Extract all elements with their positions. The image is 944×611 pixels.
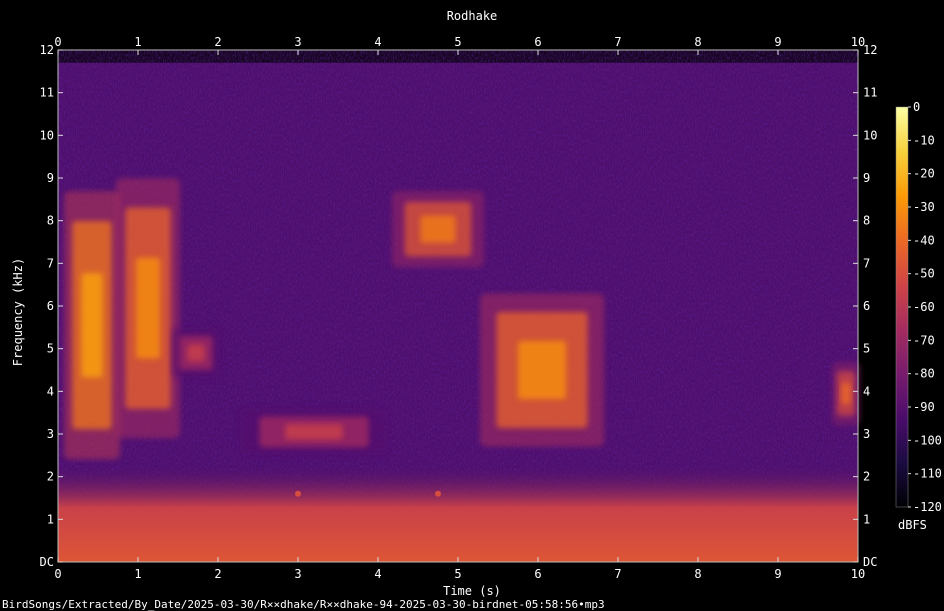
spectrogram-event-core — [187, 344, 205, 362]
colorbar-tick-label: -110 — [913, 467, 942, 481]
y-tick-label-right: 1 — [863, 512, 870, 526]
x-tick-label: 7 — [614, 567, 621, 581]
colorbar-tick-label: 0 — [913, 100, 920, 114]
y-tick-label-right: 4 — [863, 384, 870, 398]
x-tick-label-top: 7 — [614, 35, 621, 49]
spectrogram-click — [295, 490, 301, 497]
colorbar-tick-label: -40 — [913, 233, 935, 247]
y-tick-label-right: 11 — [863, 86, 877, 100]
colorbar-tick-label: -50 — [913, 267, 935, 281]
y-tick-label-right: 2 — [863, 470, 870, 484]
colorbar-tick-label: -70 — [913, 333, 935, 347]
x-axis-label: Time (s) — [443, 584, 501, 598]
y-tick-label: 5 — [47, 342, 54, 356]
y-tick-label: 4 — [47, 384, 54, 398]
spectrogram-click — [435, 490, 441, 497]
x-tick-label: 0 — [54, 567, 61, 581]
x-tick-label-top: 5 — [454, 35, 461, 49]
x-tick-label-top: 4 — [374, 35, 381, 49]
y-tick-label: 12 — [40, 43, 54, 57]
plot-area — [58, 50, 860, 562]
chart-title: Rodhake — [446, 9, 498, 23]
x-tick-label: 10 — [851, 567, 865, 581]
x-tick-label-top: 2 — [214, 35, 221, 49]
spectrogram-event-core — [841, 382, 851, 405]
x-tick-label-top: 1 — [134, 35, 141, 49]
x-tick-label: 1 — [134, 567, 141, 581]
y-tick-label: 7 — [47, 256, 54, 270]
y-tick-label-right: 8 — [863, 214, 870, 228]
y-tick-label-right: 12 — [863, 43, 877, 57]
colorbar-tick-label: -10 — [913, 133, 935, 147]
y-tick-label: 1 — [47, 512, 54, 526]
x-tick-label: 2 — [214, 567, 221, 581]
colorbar-tick-label: -20 — [913, 167, 935, 181]
y-tick-label: DC — [40, 555, 54, 569]
x-tick-label-top: 6 — [534, 35, 541, 49]
y-tick-label: 2 — [47, 470, 54, 484]
file-path-footer: BirdSongs/Extracted/By_Date/2025-03-30/R… — [2, 598, 605, 611]
colorbar-tick-label: -30 — [913, 200, 935, 214]
y-tick-label: 10 — [40, 128, 54, 142]
colorbar-gradient — [895, 106, 909, 508]
y-tick-label-right: 3 — [863, 427, 870, 441]
colorbar-tick-label: -100 — [913, 433, 942, 447]
x-tick-label: 8 — [694, 567, 701, 581]
y-tick-label-right: 9 — [863, 171, 870, 185]
colorbar-tick-label: -90 — [913, 400, 935, 414]
colorbar: 0 -10 -20 -30 -40 -50 -60 -70 -80 -90 -100 -110 -120 — [895, 100, 942, 514]
x-tick-label: 9 — [774, 567, 781, 581]
x-tick-label: 5 — [454, 567, 461, 581]
x-tick-label: 4 — [374, 567, 381, 581]
y-tick-label: 9 — [47, 171, 54, 185]
y-tick-label-right: DC — [863, 555, 877, 569]
x-tick-label-top: 8 — [694, 35, 701, 49]
y-tick-label: 6 — [47, 299, 54, 313]
y-tick-label-right: 5 — [863, 342, 870, 356]
x-tick-label: 6 — [534, 567, 541, 581]
colorbar-tick-label: -120 — [913, 500, 942, 514]
x-tick-label: 3 — [294, 567, 301, 581]
spectrogram-chart: 001122334455667788991010DC DC1 12 23 34 45 56 6… — [40, 35, 942, 581]
low-frequency-noise-band — [58, 463, 858, 562]
y-axis-label: Frequency (kHz) — [11, 257, 25, 367]
x-tick-label-top: 3 — [294, 35, 301, 49]
colorbar-unit-label: dBFS — [898, 518, 927, 532]
x-tick-label-top: 9 — [774, 35, 781, 49]
y-tick-label-right: 10 — [863, 128, 877, 142]
x-tick-label-top: 0 — [54, 35, 61, 49]
spectrogram-event-core — [518, 340, 566, 400]
y-tick-label: 3 — [47, 427, 54, 441]
y-tick-label: 11 — [40, 86, 54, 100]
y-tick-label: 8 — [47, 214, 54, 228]
y-tick-label-right: 7 — [863, 256, 870, 270]
spectrogram-event-core — [285, 424, 343, 440]
spectrogram-event-core — [136, 257, 160, 359]
spectrogram-event-core — [81, 273, 103, 378]
colorbar-tick-label: -80 — [913, 367, 935, 381]
y-tick-label-right: 6 — [863, 299, 870, 313]
colorbar-tick-label: -60 — [913, 300, 935, 314]
spectrogram-event-core — [420, 215, 456, 243]
